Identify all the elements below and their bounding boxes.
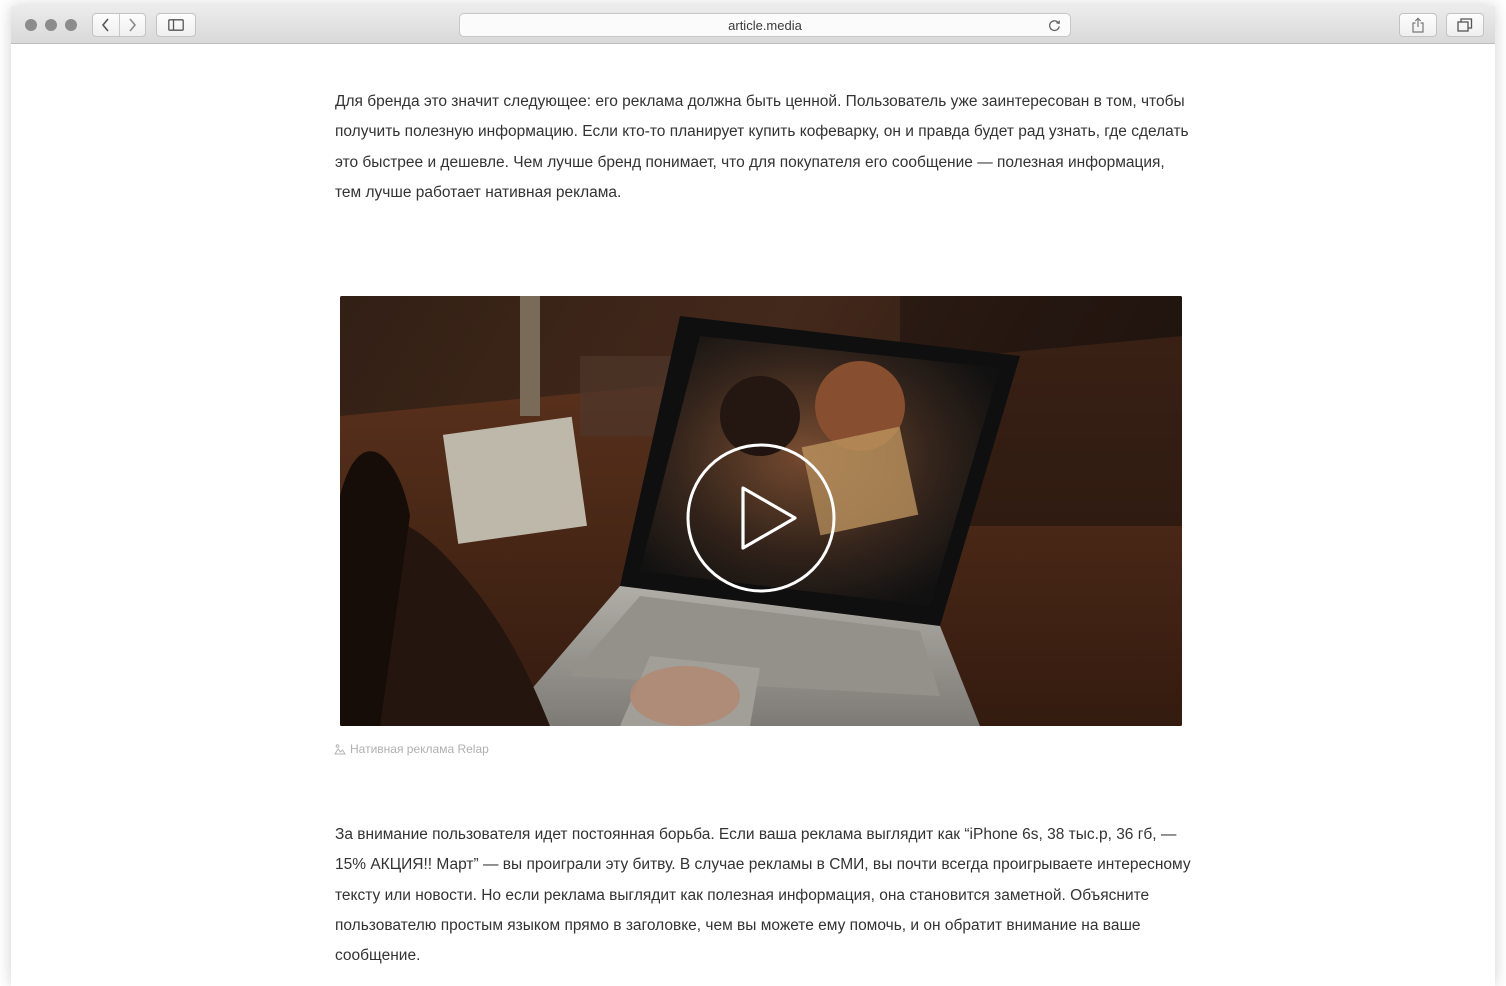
minimize-window-button[interactable] <box>45 19 57 31</box>
chevron-left-icon <box>101 18 109 32</box>
image-icon <box>334 744 346 755</box>
page-content: Для бренда это значит следующее: его рек… <box>11 44 1495 986</box>
history-navigation <box>92 13 146 37</box>
share-button[interactable] <box>1399 13 1437 37</box>
video-player[interactable] <box>340 296 1182 726</box>
zoom-window-button[interactable] <box>65 19 77 31</box>
tabs-icon <box>1457 18 1473 32</box>
browser-toolbar: article.media <box>11 6 1495 44</box>
address-bar[interactable]: article.media <box>459 13 1071 37</box>
reload-button[interactable] <box>1046 17 1062 33</box>
video-caption: Нативная реклама Relap <box>334 742 489 756</box>
sidebar-toggle-button[interactable] <box>156 13 196 37</box>
browser-window: article.media Для бренда это значит след… <box>11 6 1495 986</box>
caption-text: Нативная реклама Relap <box>350 742 489 756</box>
share-icon <box>1412 17 1424 33</box>
sidebar-icon <box>168 19 184 31</box>
forward-button[interactable] <box>118 14 145 36</box>
show-tabs-button[interactable] <box>1446 13 1484 37</box>
url-text: article.media <box>728 17 802 33</box>
close-window-button[interactable] <box>25 19 37 31</box>
article-paragraph: Для бренда это значит следующее: его рек… <box>335 93 1189 201</box>
chevron-right-icon <box>129 18 137 32</box>
back-button[interactable] <box>93 14 119 36</box>
play-icon[interactable] <box>685 442 837 594</box>
reload-icon <box>1048 19 1060 31</box>
article-paragraph: За внимание пользователя идет постоянная… <box>335 826 1191 965</box>
